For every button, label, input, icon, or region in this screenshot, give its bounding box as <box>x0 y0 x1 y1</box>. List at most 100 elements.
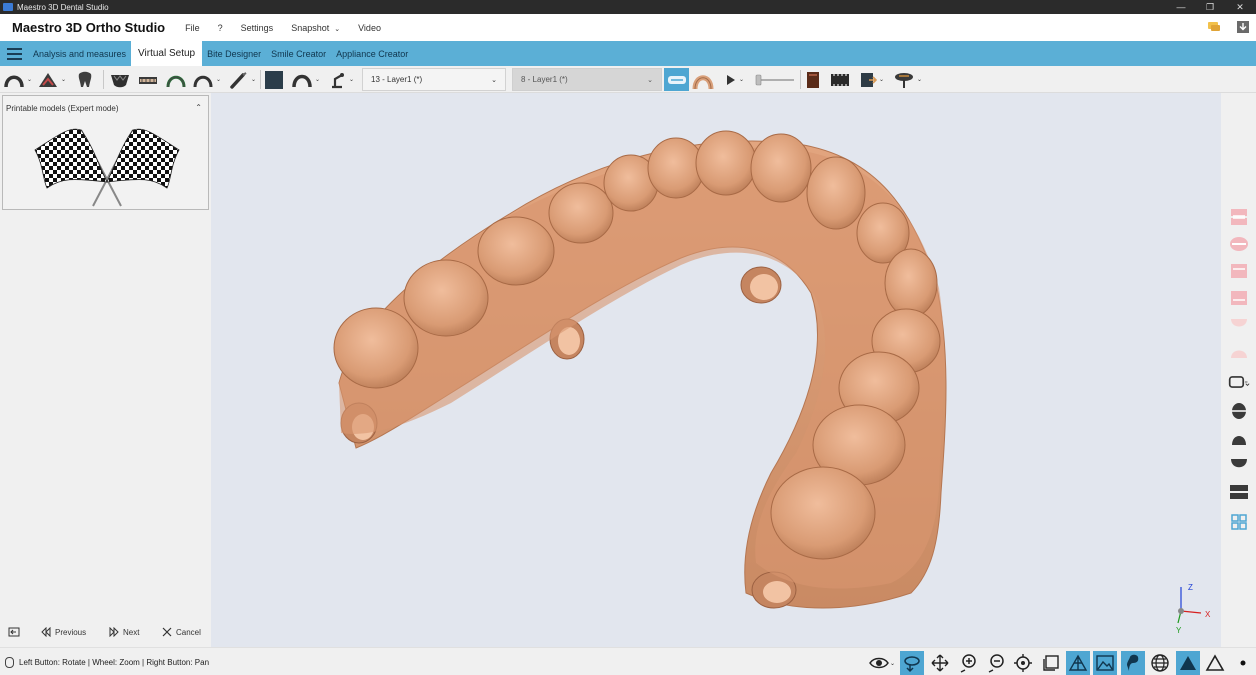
axis-y-label: Y <box>1176 626 1182 635</box>
left-panel: Printable models (Expert mode) ⌃ Previou… <box>0 93 211 647</box>
arch-icon <box>4 75 24 87</box>
ruler-jaw-icon <box>139 76 157 84</box>
view-bite-icon[interactable] <box>1228 233 1250 255</box>
view-lower-gum-icon[interactable] <box>1228 341 1250 363</box>
arch-outline-tool[interactable]: ⌄ <box>291 69 320 90</box>
next-icon <box>109 627 119 637</box>
checkered-flags-icon[interactable] <box>29 122 185 208</box>
hamburger-menu-icon[interactable] <box>0 41 28 66</box>
chevron-down-icon: ⌄ <box>216 77 222 83</box>
window-titlebar: Maestro 3D Dental Studio — ❐ ✕ <box>0 0 1256 14</box>
tab-smile-creator[interactable]: Smile Creator <box>266 41 331 66</box>
download-icon[interactable] <box>1236 20 1250 34</box>
chevron-down-icon: ⌄ <box>739 77 745 83</box>
arch-line-tool[interactable] <box>165 69 187 90</box>
menu-video[interactable]: Video <box>358 23 381 33</box>
robot-arm-tool[interactable]: ⌄ <box>329 69 354 90</box>
arch-line-icon <box>166 75 186 87</box>
wire-triangle-button[interactable] <box>1203 651 1227 675</box>
menu-file[interactable]: File <box>185 23 200 33</box>
printable-models-panel: Printable models (Expert mode) ⌃ <box>2 95 209 210</box>
previous-label: Previous <box>55 627 87 637</box>
previous-icon <box>41 627 51 637</box>
axis-x-label: X <box>1205 610 1211 619</box>
panel-toggle-button[interactable] <box>8 627 20 637</box>
app-brand: Maestro 3D Ortho Studio <box>12 20 166 35</box>
center-view-button[interactable] <box>1011 651 1035 675</box>
view-upper-dark-icon[interactable] <box>1228 427 1250 449</box>
tooth-icon <box>78 71 92 87</box>
chevron-down-icon: ⌄ <box>889 660 896 667</box>
close-button[interactable]: ✕ <box>1225 0 1255 14</box>
upper-jaw-tool[interactable] <box>109 69 131 90</box>
play-button[interactable]: ⌄ <box>725 69 744 90</box>
arch-thumbnail-tool[interactable] <box>692 69 714 90</box>
window-view-button[interactable] <box>1039 651 1063 675</box>
view-lower-jaw-icon[interactable] <box>1228 287 1250 309</box>
view-upper-jaw-icon[interactable] <box>1228 260 1250 282</box>
minimize-button[interactable]: — <box>1166 0 1196 14</box>
zoom-out-button[interactable] <box>984 651 1008 675</box>
tab-bite-designer[interactable]: Bite Designer <box>202 41 266 66</box>
layer-select-secondary: 8 - Layer1 (*) ⌄ <box>512 68 662 91</box>
chat-icon[interactable] <box>1207 20 1221 34</box>
previous-button[interactable]: Previous <box>41 627 86 637</box>
grid-layout-icon[interactable] <box>1228 511 1250 533</box>
gum-tool[interactable]: ⌄ <box>37 69 66 90</box>
grid-toggle-button[interactable] <box>1148 651 1172 675</box>
menu-snapshot[interactable]: Snapshot ⌄ <box>291 23 340 33</box>
window-icon <box>1043 655 1059 671</box>
menu-settings[interactable]: Settings <box>241 23 274 33</box>
upper-jaw-icon <box>111 74 129 87</box>
triangle-outline-icon <box>1205 654 1225 671</box>
restore-button[interactable]: ❐ <box>1195 0 1225 14</box>
next-button[interactable]: Next <box>109 627 139 637</box>
axis-triad <box>1177 587 1202 624</box>
export-button[interactable]: ⌄ <box>859 69 884 90</box>
visibility-button[interactable]: ⌄ <box>865 651 899 675</box>
view-both-jaws-icon[interactable] <box>1228 206 1250 228</box>
brush-tool[interactable]: ⌄ <box>229 69 256 90</box>
menu-help[interactable]: ? <box>218 23 223 33</box>
point-mode-button[interactable] <box>1231 651 1255 675</box>
mesh-toggle-button[interactable] <box>1066 651 1090 675</box>
cancel-button[interactable]: Cancel <box>162 627 201 637</box>
patient-face-button[interactable] <box>1121 651 1145 675</box>
overlay-toggle-button[interactable] <box>664 68 689 91</box>
view-frame-icon[interactable] <box>1228 371 1250 393</box>
view-lower-dark-icon[interactable] <box>1228 454 1250 476</box>
arch-wire-tool[interactable]: ⌄ <box>192 69 221 90</box>
chevron-down-icon: ⌄ <box>315 77 321 83</box>
zoom-in-button[interactable] <box>956 651 980 675</box>
texture-toggle-button[interactable] <box>1093 651 1117 675</box>
view-upper-gum-icon[interactable] <box>1228 314 1250 336</box>
layer-select[interactable]: 13 - Layer1 (*) ⌄ <box>362 68 506 91</box>
tab-virtual-setup[interactable]: Virtual Setup <box>131 41 203 66</box>
pan-icon <box>931 654 949 672</box>
chevron-down-icon: ⌄ <box>349 77 355 83</box>
rotate-mode-button[interactable] <box>900 651 924 675</box>
arch-tool[interactable]: ⌄ <box>3 69 32 90</box>
arch-wire-icon <box>193 75 213 87</box>
timeline-slider[interactable] <box>754 69 796 90</box>
solid-triangle-button[interactable] <box>1176 651 1200 675</box>
eye-icon <box>869 657 889 669</box>
chevron-down-icon: ⌄ <box>647 76 653 84</box>
next-label: Next <box>123 627 140 637</box>
color-square-tool[interactable] <box>264 69 284 90</box>
3d-viewport[interactable]: Z X Y <box>211 93 1221 647</box>
pan-mode-button[interactable] <box>928 651 952 675</box>
tooth-tool[interactable] <box>76 69 94 90</box>
wizard-navigation: Previous Next Cancel <box>0 625 211 641</box>
tab-analysis-and-measures[interactable]: Analysis and measures <box>28 41 131 66</box>
collapse-icon[interactable]: ⌃ <box>195 103 202 112</box>
ruler-jaw-tool[interactable] <box>137 69 159 90</box>
view-both-dark-icon[interactable] <box>1228 481 1250 503</box>
video-export-button[interactable] <box>830 69 850 90</box>
tree-button[interactable]: ⌄ <box>893 69 922 90</box>
view-front-tooth-icon[interactable] <box>1228 400 1250 422</box>
chevron-down-icon: ⌄ <box>27 77 33 83</box>
report-button[interactable] <box>805 69 821 90</box>
brush-icon <box>230 71 247 89</box>
tab-appliance-creator[interactable]: Appliance Creator <box>331 41 413 66</box>
